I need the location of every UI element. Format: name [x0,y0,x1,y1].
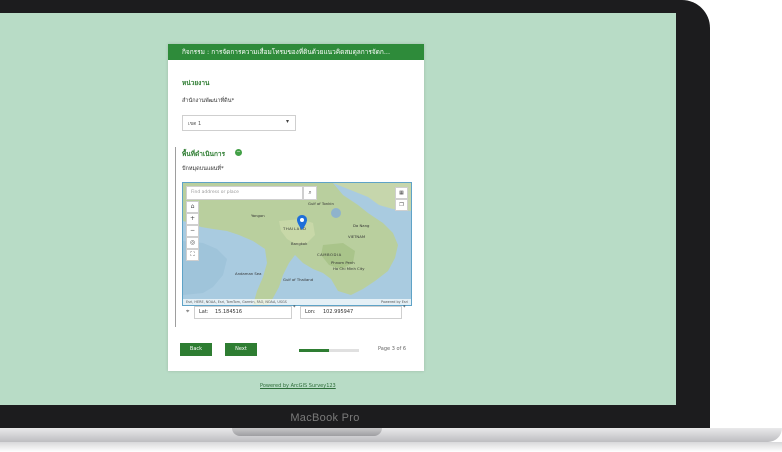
survey-form: กิจกรรม : การจัดการความเสื่อมโทรมของที่ด… [168,44,424,371]
progress-bar [299,349,359,352]
map-attribution: Esri, HERE, NOAA, Esri, TomTom, Garmin, … [183,299,411,305]
chevron-down-icon: ▾ [285,118,289,125]
home-icon[interactable]: ⌂ [186,201,199,213]
lon-required-marker: * [403,305,406,311]
zoom-in-icon[interactable]: + [186,213,199,225]
map-label-gulfthai: Gulf of Thailand [283,277,314,282]
collapse-icon[interactable]: − [235,149,242,156]
location-pin-icon[interactable] [297,215,307,230]
laptop-shadow [0,442,782,452]
powered-by-link[interactable]: Powered by ArcGIS Survey123 [260,383,336,389]
survey-header: กิจกรรม : การจัดการความเสื่อมโทรมของที่ด… [168,44,424,60]
zoom-out-icon[interactable]: − [186,225,199,237]
fullscreen-icon[interactable]: ⛶ [186,249,199,261]
laptop-base [0,428,782,442]
map-label-andaman: Andaman Sea [235,271,262,276]
map-search-placeholder: Find address or place [191,190,239,195]
pin-icon: ⌖ [186,308,190,315]
esri-attribution-link[interactable]: Powered by Esri [381,300,408,304]
locate-icon[interactable]: ◎ [186,237,199,249]
map-label-hcmc: Ho Chi Minh City [333,266,365,271]
section-unit-title: หน่วยงาน [182,79,210,87]
map-search-input[interactable]: Find address or place [186,186,303,200]
laptop-notch [232,428,382,436]
lon-label: Lon: [305,309,316,315]
section-indicator-bar [175,147,176,327]
progress-fill [299,349,329,352]
laptop-screen: กิจกรรม : การจัดการความเสื่อมโทรมของที่ด… [0,13,676,405]
map-label-danang: Da Nang [353,223,370,228]
laptop-bezel: กิจกรรม : การจัดการความเสื่อมโทรมของที่ด… [0,0,710,430]
map-label-gulf: Gulf of Tonkin [308,201,334,206]
section-area-title: พื้นที่ดำเนินการ [182,150,226,158]
map-attribution-text: Esri, HERE, NOAA, Esri, TomTom, Garmin, … [186,300,287,304]
coordinate-fields: ⌖ Lat: 15.184516 * Lon: 102.995947 * [182,305,410,319]
pin-field-label: ปักหมุดบนแผนที่* [182,166,224,172]
map-label-cambodia: CAMBODIA [317,252,342,257]
lat-label: Lat: [199,309,209,315]
layers-icon[interactable]: ❐ [395,199,408,211]
lat-field[interactable]: Lat: 15.184516 [194,306,292,319]
office-select[interactable]: เขต 1 ▾ [182,115,296,131]
lon-field[interactable]: Lon: 102.995947 [300,306,402,319]
map-label-yangon: Yangon [251,213,265,218]
search-icon[interactable]: ⌕ [303,186,317,200]
back-button[interactable]: Back [180,343,212,356]
laptop-brand-label: MacBook Pro [290,412,360,424]
page-indicator: Page 3 of 6 [378,346,407,352]
lat-required-marker: * [293,305,296,311]
map-label-bangkok: Bangkok [291,241,308,246]
office-select-value: เขต 1 [188,121,202,127]
lat-value: 15.184516 [215,309,243,315]
lon-value: 102.995947 [323,309,354,315]
map-label-vietnam: VIETNAM [348,234,366,239]
basemap-gallery-icon[interactable]: ▦ [395,187,408,199]
map-view[interactable]: Find address or place ⌕ ⌂ + − ◎ ⛶ ▦ ❐ Gu… [182,182,412,306]
next-button[interactable]: Next [225,343,257,356]
map-label-phnompenh: Phnom Penh [331,260,355,265]
office-field-label: สำนักงานพัฒนาที่ดิน* [182,98,235,104]
